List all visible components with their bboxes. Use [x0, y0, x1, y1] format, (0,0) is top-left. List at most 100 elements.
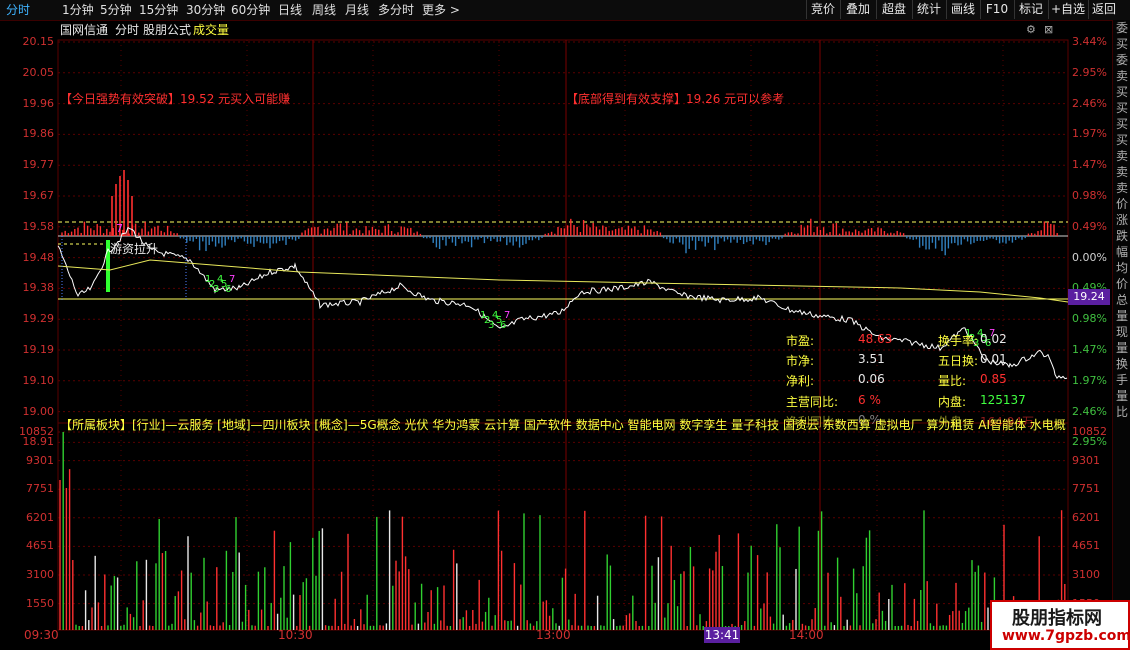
period-toolbar: 分时 1分钟 5分钟 15分钟 30分钟 60分钟 日线 周线 月线 多分时 更…	[0, 0, 1130, 21]
tab-5min[interactable]: 5分钟	[100, 2, 132, 18]
time-label-0930: 09:30	[24, 628, 59, 642]
price-tick: 19.77	[22, 158, 55, 172]
strip-char: 卖	[1115, 149, 1128, 163]
strip-char: 涨	[1115, 213, 1128, 227]
volume-tick: 1550	[26, 596, 54, 610]
support-note: 【底部得到有效支撑】19.26 元可以参考	[566, 92, 785, 106]
sequence-marker: 6	[225, 284, 231, 295]
volume-ratio-label: 量比:	[938, 374, 967, 388]
strip-char: 买	[1115, 37, 1128, 51]
price-tick: 19.00	[22, 404, 55, 418]
time-label-1300: 13:00	[536, 628, 571, 642]
price-line	[57, 226, 1068, 380]
overlay-button[interactable]: 叠加	[840, 0, 875, 19]
turnover-value: 0.02	[980, 332, 1007, 346]
percent-tick: 0.00%	[1072, 250, 1107, 264]
pb-label: 市净:	[786, 354, 815, 368]
price-tick: 19.29	[22, 312, 55, 326]
signal-label: 游资拉升	[110, 242, 159, 256]
strip-char: 卖	[1115, 181, 1128, 195]
watermark-url: www.7gpzb.com	[1002, 628, 1130, 644]
sequence-marker: 7	[504, 310, 510, 321]
super-button[interactable]: 超盘	[876, 0, 911, 19]
back-button[interactable]: 返回	[1088, 0, 1119, 19]
pb-value: 3.51	[858, 352, 885, 366]
price-tick: 19.86	[22, 127, 55, 141]
sequence-marker: 3	[488, 320, 494, 331]
price-tick: 19.58	[22, 219, 55, 233]
strip-char: 跌	[1115, 229, 1128, 243]
net-profit-label: 净利:	[786, 374, 815, 388]
pe-value: 48.63	[858, 332, 893, 346]
sequence-marker: 7	[116, 222, 123, 235]
quote-side-strip[interactable]: 委买委卖买买买买卖卖卖价涨跌幅均价总量现量换手量比	[1112, 20, 1130, 600]
watermark-title: 股朋指标网	[1012, 608, 1102, 629]
tab-monthly[interactable]: 月线	[345, 2, 369, 18]
inner-volume-value: 125137	[980, 393, 1026, 407]
strip-char: 价	[1115, 197, 1128, 211]
current-price-badge: 19.24	[1068, 289, 1110, 305]
revenue-yoy-label: 主营同比:	[786, 395, 839, 409]
auction-button[interactable]: 竞价	[806, 0, 839, 19]
f10-button[interactable]: F10	[980, 0, 1013, 19]
pe-label: 市盈:	[786, 334, 815, 348]
strip-char: 比	[1115, 405, 1128, 419]
strip-char: 委	[1115, 53, 1128, 67]
volume-tick: 7751	[26, 482, 54, 496]
volume-tick: 10852	[19, 425, 54, 438]
tab-daily[interactable]: 日线	[278, 2, 302, 18]
tab-weekly[interactable]: 周线	[312, 2, 336, 18]
revenue-yoy-value: 6 %	[858, 393, 881, 407]
cursor-time-badge: 13:41	[704, 627, 740, 643]
inner-volume-label: 内盘:	[938, 395, 967, 409]
percent-tick: 2.46%	[1072, 96, 1107, 110]
sequence-marker: 3	[213, 284, 219, 295]
strip-char: 量	[1115, 389, 1128, 403]
volume-tick-right: 6201	[1072, 510, 1100, 524]
add-watchlist-button[interactable]: +自选	[1048, 0, 1087, 19]
percent-tick: 0.98%	[1072, 189, 1107, 202]
tab-1min[interactable]: 1分钟	[62, 2, 94, 18]
five-day-turnover-value: 0.01	[980, 352, 1007, 366]
strip-char: 现	[1115, 325, 1128, 339]
tab-15min[interactable]: 15分钟	[139, 2, 178, 18]
strip-char: 买	[1115, 117, 1128, 131]
strip-char: 换	[1115, 357, 1128, 371]
sequence-marker: 6	[500, 320, 506, 331]
price-tick: 19.96	[22, 96, 55, 110]
tab-60min[interactable]: 60分钟	[231, 2, 270, 18]
tab-more[interactable]: 更多 >	[422, 2, 460, 18]
strip-char: 幅	[1115, 245, 1128, 259]
tab-multi-intraday[interactable]: 多分时	[378, 2, 414, 18]
price-tick: 19.38	[22, 281, 55, 295]
percent-tick: 3.44%	[1072, 35, 1107, 48]
percent-tick: 1.47%	[1072, 158, 1107, 172]
volume-tick: 4651	[26, 539, 54, 553]
percent-tick: 1.47%	[1072, 343, 1107, 356]
percent-tick: 2.95%	[1072, 65, 1107, 79]
volume-ratio-value: 0.85	[980, 372, 1007, 386]
stats-button[interactable]: 统计	[912, 0, 945, 19]
percent-tick: 1.97%	[1072, 127, 1107, 141]
volume-tick-right: 10852	[1072, 425, 1107, 438]
strip-char: 价	[1115, 277, 1128, 291]
mark-button[interactable]: 标记	[1014, 0, 1047, 19]
volume-tick-right: 7751	[1072, 482, 1100, 496]
percent-tick: 2.46%	[1072, 404, 1107, 418]
strip-char: 买	[1115, 85, 1128, 99]
chart-frame	[57, 39, 1069, 631]
percent-tick: 1.97%	[1072, 373, 1107, 387]
turnover-label: 换手率:	[938, 334, 979, 348]
draw-line-button[interactable]: 画线	[946, 0, 979, 19]
strip-char: 量	[1115, 341, 1128, 355]
tab-30min[interactable]: 30分钟	[186, 2, 225, 18]
site-watermark: 股朋指标网 www.7gpzb.com	[990, 600, 1130, 650]
time-label-1400: 14:00	[789, 628, 824, 642]
strip-char: 卖	[1115, 69, 1128, 83]
tab-intraday[interactable]: 分时	[6, 2, 30, 18]
breakout-note: 【今日强势有效突破】19.52 元买入可能赚	[60, 92, 291, 106]
strip-char: 总	[1115, 293, 1128, 307]
volume-tick: 3100	[26, 568, 54, 581]
net-profit-value: 0.06	[858, 372, 885, 386]
percent-tick: 0.49%	[1072, 219, 1107, 233]
